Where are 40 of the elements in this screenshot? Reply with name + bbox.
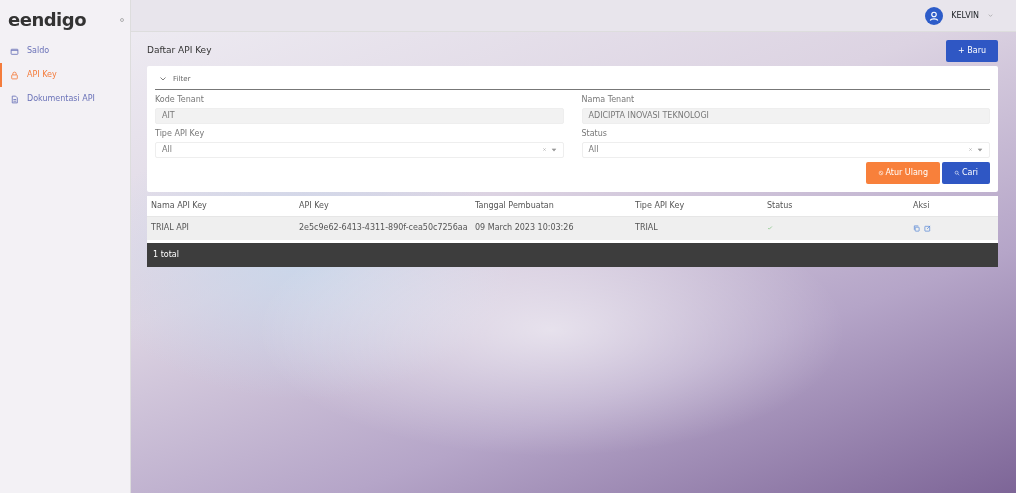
document-icon	[10, 94, 19, 104]
column-header: Nama API Key	[151, 199, 208, 212]
field-label: Status	[581, 127, 608, 140]
search-button[interactable]: Cari	[942, 161, 990, 184]
new-button[interactable]: + Baru	[946, 40, 998, 62]
sidebar-item[interactable]: Dokumentasi API	[0, 87, 130, 111]
user-name[interactable]: KELVIN	[951, 9, 979, 22]
edit-icon[interactable]	[924, 224, 931, 232]
caret-icon	[550, 146, 557, 153]
select-field[interactable]: All	[581, 141, 990, 158]
readonly-field: AIT	[155, 107, 564, 124]
column-header: Tanggal Pembuatan	[475, 199, 555, 212]
column-header: Status	[767, 199, 794, 212]
caret-icon	[977, 146, 983, 153]
field-label: Nama Tenant	[581, 93, 636, 106]
column-header: Tipe API Key	[635, 199, 686, 212]
select-field[interactable]: All	[155, 141, 564, 158]
sidebar-item[interactable]: Saldo	[0, 39, 130, 63]
readonly-field: ADICIPTA INOVASI TEKNOLOGI	[581, 107, 990, 124]
copy-icon[interactable]	[913, 224, 920, 232]
table-cell-text: 2e5c9e62-6413-4311-890f-cea50c7256aa	[299, 222, 469, 234]
table-cell-text: TRIAL	[635, 222, 659, 234]
logo: eendigo	[7, 8, 88, 32]
column-header: API Key	[299, 199, 330, 212]
caret-icon	[987, 12, 994, 19]
column-header: Aksi	[913, 199, 931, 212]
user-avatar-icon[interactable]	[925, 6, 944, 25]
table-cell-text: TRIAL API	[151, 222, 190, 234]
page-title: Daftar API Key	[147, 44, 212, 58]
sidebar-item[interactable]: API Key	[0, 63, 130, 87]
wallet-icon	[10, 46, 19, 56]
reset-icon	[877, 169, 884, 176]
search-icon	[954, 169, 960, 176]
field-label: Kode Tenant	[155, 93, 205, 106]
table-cell-text: 09 March 2023 10:03:26	[475, 222, 575, 234]
reset-button[interactable]: Atur Ulang	[865, 161, 940, 184]
clear-icon	[541, 147, 547, 152]
clear-icon	[968, 147, 973, 152]
lock-icon	[10, 70, 19, 80]
field-label: Tipe API Key	[155, 127, 206, 140]
